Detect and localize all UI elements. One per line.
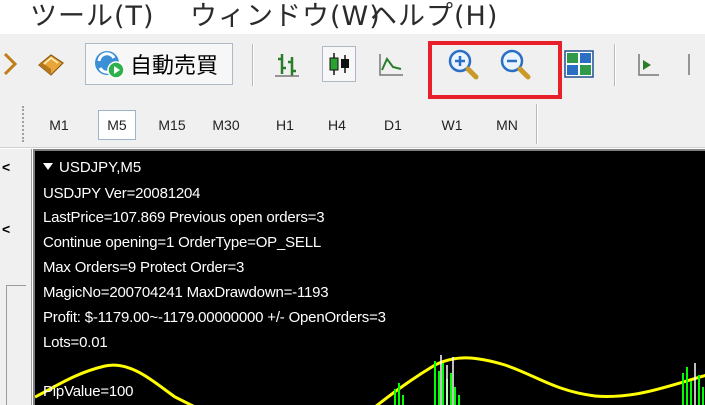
navigator-icon[interactable] <box>34 46 68 82</box>
timeframe-d1[interactable]: D1 <box>378 110 408 140</box>
chart-title: USDJPY,M5 <box>43 159 141 176</box>
menu-tools[interactable]: ツール(T) <box>30 0 155 33</box>
partial-toolbar-icon[interactable] <box>0 46 28 82</box>
zoom-out-icon[interactable] <box>498 46 532 82</box>
timeframe-m5[interactable]: M5 <box>98 110 136 140</box>
menu-window[interactable]: ウィンドウ(W) <box>190 0 381 33</box>
panel-frame <box>6 285 26 405</box>
tile-windows-icon[interactable] <box>562 46 596 82</box>
collapse-tab[interactable]: < <box>2 221 24 241</box>
autoscroll-icon[interactable] <box>680 46 705 82</box>
candlestick-chart-icon[interactable] <box>322 46 356 82</box>
info-line: PipValue=100 <box>43 383 134 400</box>
chart-shift-icon[interactable] <box>630 46 664 82</box>
line-chart-icon[interactable] <box>374 46 408 82</box>
timeframe-m15[interactable]: M15 <box>152 110 192 140</box>
chart-window[interactable]: USDJPY,M5 USDJPY Ver=20081204 LastPrice=… <box>33 149 705 405</box>
zoom-in-icon[interactable] <box>446 46 480 82</box>
menu-help[interactable]: ヘルプ(H) <box>370 0 498 33</box>
auto-trading-icon <box>95 51 125 79</box>
toolbar-separator <box>252 44 254 86</box>
collapse-triangle-icon[interactable] <box>43 163 53 170</box>
auto-trading-button[interactable]: 自動売買 <box>85 43 233 85</box>
info-line: Lots=0.01 <box>43 334 108 351</box>
info-line: USDJPY Ver=20081204 <box>43 185 201 202</box>
timeframe-m30[interactable]: M30 <box>206 110 246 140</box>
menu-bar: ツール(T) ウィンドウ(W) ヘルプ(H) <box>0 0 705 34</box>
toolbar-grip[interactable] <box>22 106 28 142</box>
toolbar-separator <box>536 104 538 144</box>
left-dock-panel: < < <box>0 149 32 405</box>
main-toolbar: 自動売買 <box>0 34 705 100</box>
collapse-tab[interactable]: < <box>2 159 24 179</box>
timeframe-m1[interactable]: M1 <box>42 110 76 140</box>
info-line: LastPrice=107.869 Previous open orders=3 <box>43 209 325 226</box>
toolbar-separator <box>614 44 616 86</box>
timeframe-h4[interactable]: H4 <box>322 110 352 140</box>
timeframe-w1[interactable]: W1 <box>436 110 468 140</box>
chart-symbol: USDJPY,M5 <box>59 159 142 176</box>
timeframe-h1[interactable]: H1 <box>270 110 300 140</box>
timeframe-toolbar: M1 M5 M15 M30 H1 H4 D1 W1 MN <box>0 100 705 148</box>
auto-trading-label: 自動売買 <box>130 54 219 79</box>
info-line: Continue opening=1 OrderType=OP_SELL <box>43 234 321 251</box>
info-line: MagicNo=200704241 MaxDrawdown=-1193 <box>43 284 329 301</box>
info-line: Profit: $-1179.00~-1179.00000000 +/- Ope… <box>43 309 386 326</box>
bar-chart-icon[interactable] <box>270 46 304 82</box>
info-line: Max Orders=9 Protect Order=3 <box>43 259 245 276</box>
timeframe-mn[interactable]: MN <box>490 110 524 140</box>
